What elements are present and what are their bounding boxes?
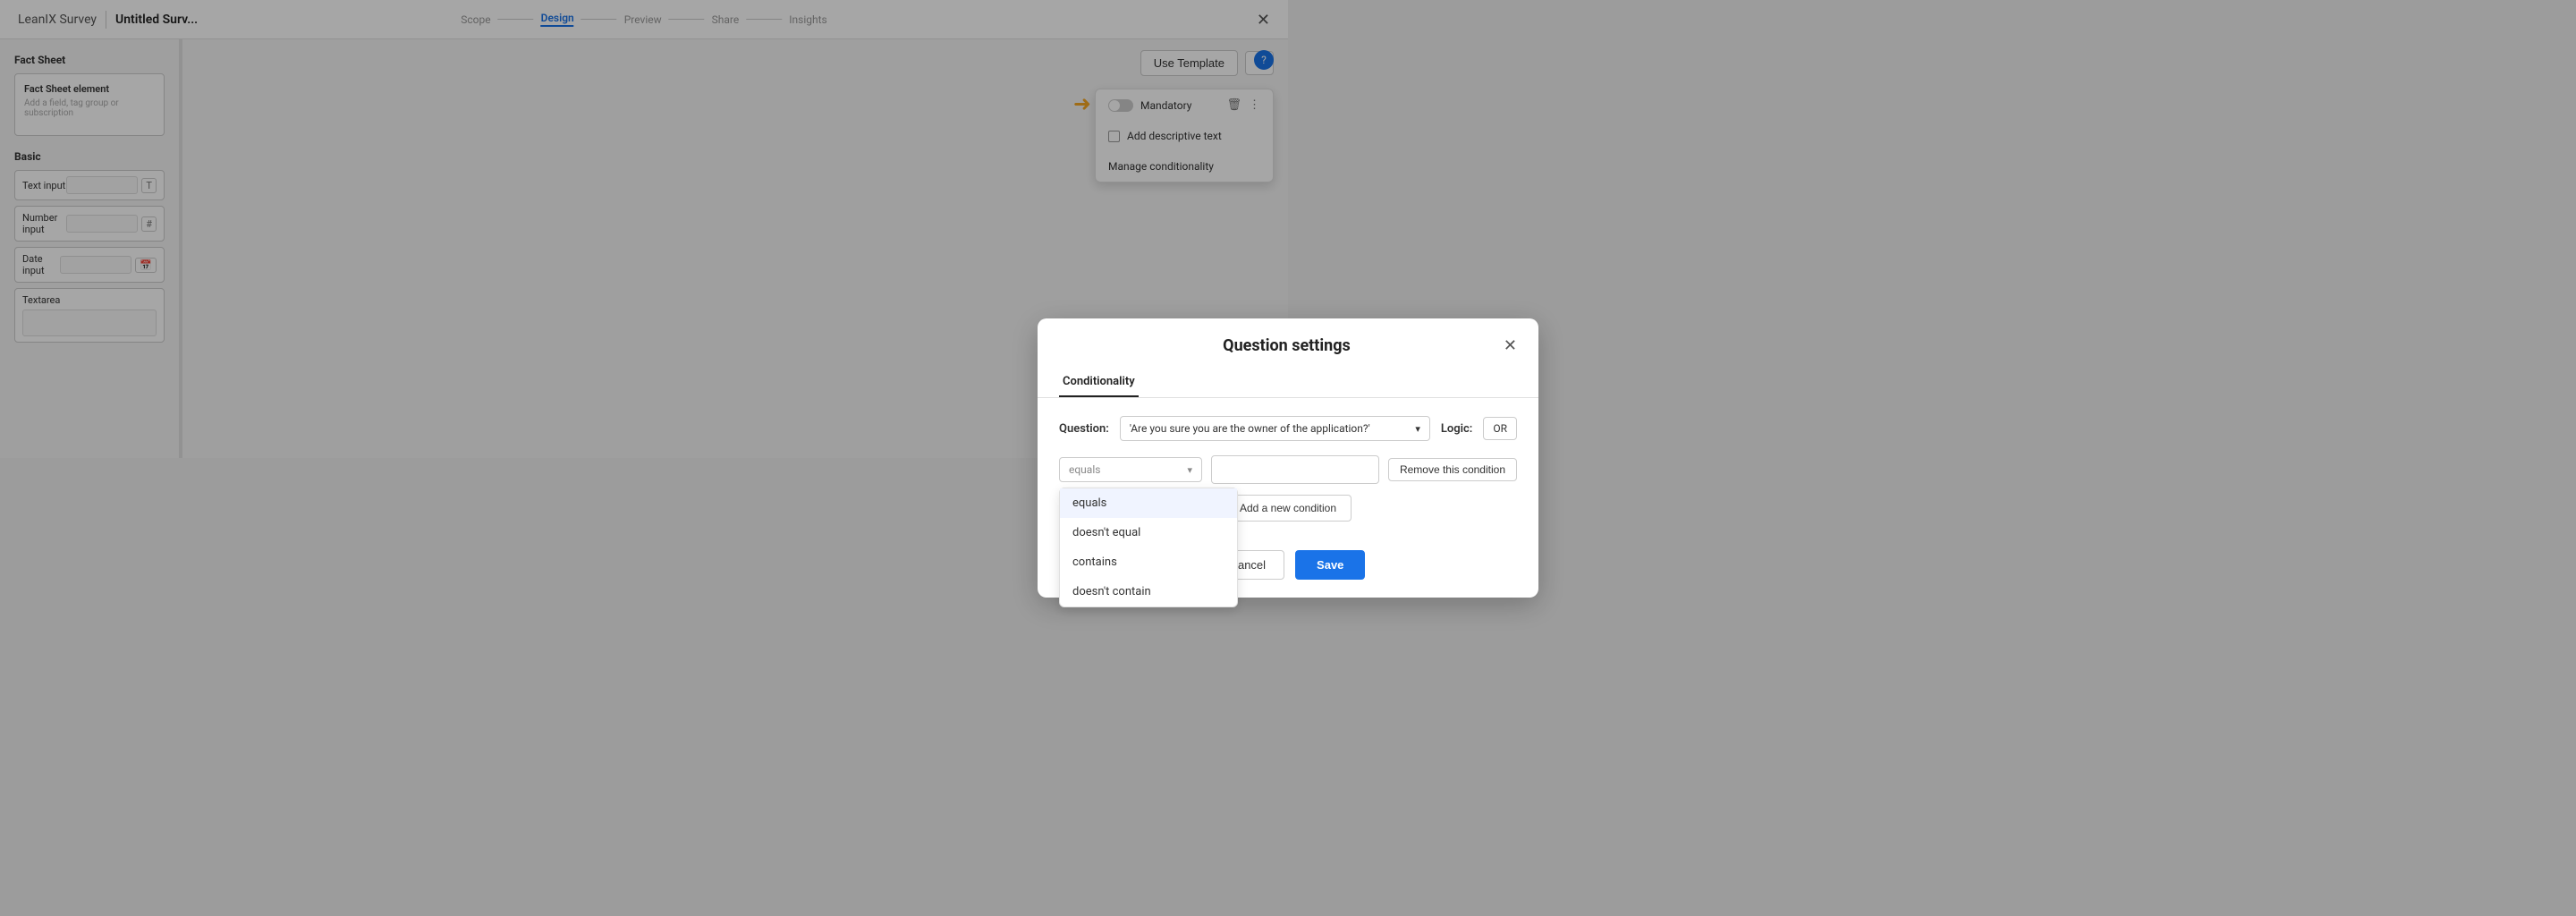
condition-value-input[interactable]	[1211, 455, 1379, 484]
modal-title: Question settings	[1077, 336, 1496, 355]
condition-option-contains[interactable]: contains	[1060, 547, 1237, 577]
modal-header: Question settings ✕	[1038, 318, 1538, 355]
add-condition-button[interactable]: Add a new condition	[1224, 495, 1352, 522]
question-label: Question:	[1059, 422, 1109, 436]
question-dropdown-chevron	[1415, 422, 1420, 435]
logic-label: Logic:	[1441, 422, 1472, 436]
condition-operator-wrap: equals equals doesn't equal contains doe…	[1059, 457, 1202, 482]
modal-tabs: Conditionality	[1038, 368, 1538, 398]
save-button[interactable]: Save	[1295, 550, 1365, 580]
question-dropdown-value: 'Are you sure you are the owner of the a…	[1130, 422, 1370, 435]
tab-conditionality[interactable]: Conditionality	[1059, 368, 1139, 397]
condition-option-doesnt-equal[interactable]: doesn't equal	[1060, 518, 1237, 547]
modal-body: Question: 'Are you sure you are the owne…	[1038, 398, 1538, 550]
condition-row: equals equals doesn't equal contains doe…	[1059, 455, 1517, 484]
condition-operator-value: equals	[1069, 463, 1100, 476]
condition-option-doesnt-contain[interactable]: doesn't contain	[1060, 577, 1237, 606]
condition-operator-menu: equals doesn't equal contains doesn't co…	[1059, 488, 1238, 607]
question-dropdown[interactable]: 'Are you sure you are the owner of the a…	[1120, 416, 1430, 441]
condition-operator-chevron	[1187, 463, 1192, 476]
remove-condition-button[interactable]: Remove this condition	[1388, 458, 1517, 481]
question-row: Question: 'Are you sure you are the owne…	[1059, 416, 1517, 441]
logic-value: OR	[1483, 417, 1517, 440]
question-settings-modal: Question settings ✕ Conditionality Quest…	[1038, 318, 1538, 598]
condition-operator-dropdown[interactable]: equals	[1059, 457, 1202, 482]
modal-close-button[interactable]: ✕	[1504, 336, 1517, 355]
condition-option-equals[interactable]: equals	[1060, 488, 1237, 518]
